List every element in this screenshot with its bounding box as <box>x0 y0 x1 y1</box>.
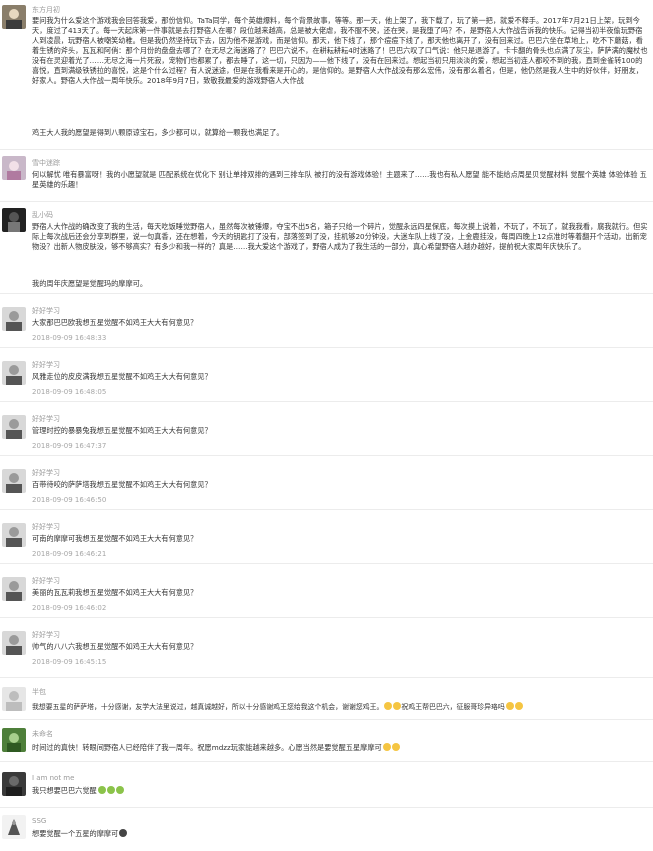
avatar[interactable] <box>2 469 26 493</box>
emoji-icon <box>384 702 393 710</box>
comment-username[interactable]: 好好学习 <box>32 361 60 370</box>
comment-text: 帅气的八八六我想五星觉醒不如鸡王大大有何意见？ <box>32 642 198 651</box>
avatar[interactable] <box>2 815 26 839</box>
comment-text: 要问我为什么爱这个游戏我会回答我爱，那份信仰。TaTa同学，每个英雄爆料，每个背… <box>32 16 648 85</box>
comment-username[interactable]: 好好学习 <box>32 523 60 532</box>
avatar[interactable] <box>2 5 26 29</box>
comment-text-main: 我只想要巴巴六觉醒 <box>32 786 97 795</box>
comment-text: 野宿人大作战的确改变了我的生活，每天吃饭睡觉野宿人，虽然每次被锤爆，夺宝不出5名… <box>32 222 648 251</box>
comment-username[interactable]: 雪中迷踪 <box>32 159 60 168</box>
frog-emoji-icon <box>106 786 115 794</box>
comment-username[interactable]: 好好学习 <box>32 577 60 586</box>
comment-text: 我想要五星的萨萨塔，十分感谢，友学大法里说过，越真诚越好，所以十分感谢鸡王您给我… <box>32 702 523 712</box>
comment-item: 好好学习 管理时控的暴暴兔我想五星觉醒不如鸡王大大有何意见？ 2018-09-0… <box>0 402 653 456</box>
comment-item: 好好学习 可南的摩摩可我想五星觉醒不如鸡王大大有何意见？ 2018-09-09 … <box>0 510 653 564</box>
avatar[interactable] <box>2 577 26 601</box>
avatar[interactable] <box>2 415 26 439</box>
comment-username[interactable]: I am not me <box>32 774 74 783</box>
comment-timestamp: 2018-09-09 16:46:50 <box>32 496 107 504</box>
comment-item: 雪中迷踪 何以解忧 唯有暴富呀！我的小愿望就是 匹配系统在优化下 别让单排双排的… <box>0 150 653 202</box>
avatar[interactable] <box>2 208 26 232</box>
emoji-icon <box>514 702 523 710</box>
sunglasses-emoji-icon <box>382 743 391 751</box>
comment-text: 时间过的真快！转眼间野宿人已经陪伴了我一周年。祝愿mdzz玩家能越来越多。心愿当… <box>32 743 400 753</box>
comment-text-extra: 我的周年庆愿望是觉醒玛的摩摩可。 <box>32 279 148 288</box>
comment-username[interactable]: 半包 <box>32 688 46 697</box>
comment-text-main: 时间过的真快！转眼间野宿人已经陪伴了我一周年。祝愿mdzz玩家能越来越多。心愿当… <box>32 743 382 752</box>
comment-text: 风雅走位的皮皮满我想五星觉醒不如鸡王大大有何意见？ <box>32 372 212 381</box>
avatar[interactable] <box>2 307 26 331</box>
comment-text-main: 想要觉醒一个五星的摩摩可 <box>32 829 119 838</box>
comment-item: SSG 想要觉醒一个五星的摩摩可 <box>0 808 653 851</box>
comment-timestamp: 2018-09-09 16:45:15 <box>32 658 107 666</box>
comment-text: 我只想要巴巴六觉醒 <box>32 786 124 796</box>
avatar[interactable] <box>2 523 26 547</box>
comment-username[interactable]: 好好学习 <box>32 415 60 424</box>
comment-item: 好好学习 美丽的瓦瓦莉我想五星觉醒不如鸡王大大有何意见？ 2018-09-09 … <box>0 564 653 618</box>
comment-item: 半包 我想要五星的萨萨塔，十分感谢，友学大法里说过，越真诚越好，所以十分感谢鸡王… <box>0 678 653 720</box>
comment-username[interactable]: 好好学习 <box>32 631 60 640</box>
comment-text-extra: 祝鸡王帮巴巴六，征服哥珍异珞吗 <box>401 703 505 711</box>
comment-username[interactable]: SSG <box>32 817 46 826</box>
comment-item: 好好学习 大家那巴巴欧我想五星觉醒不如鸡王大大有何意见？ 2018-09-09 … <box>0 294 653 348</box>
comment-text: 管理时控的暴暴兔我想五星觉醒不如鸡王大大有何意见？ <box>32 426 212 435</box>
emoji-icon <box>505 702 514 710</box>
comment-timestamp: 2018-09-09 16:47:37 <box>32 442 107 450</box>
avatar[interactable] <box>2 361 26 385</box>
comment-item: 好好学习 风雅走位的皮皮满我想五星觉醒不如鸡王大大有何意见？ 2018-09-0… <box>0 348 653 402</box>
comment-username[interactable]: 东方月初 <box>32 6 60 15</box>
avatar[interactable] <box>2 156 26 180</box>
comment-timestamp: 2018-09-09 16:46:21 <box>32 550 107 558</box>
comment-item: 未命名 时间过的真快！转眼间野宿人已经陪伴了我一周年。祝愿mdzz玩家能越来越多… <box>0 720 653 762</box>
comment-text: 可南的摩摩可我想五星觉醒不如鸡王大大有何意见？ <box>32 534 198 543</box>
smile-emoji-icon <box>119 829 128 837</box>
comment-text: 美丽的瓦瓦莉我想五星觉醒不如鸡王大大有何意见？ <box>32 588 198 597</box>
comment-item: 乱小码 野宿人大作战的确改变了我的生活，每天吃饭睡觉野宿人，虽然每次被锤爆，夺宝… <box>0 202 653 294</box>
avatar[interactable] <box>2 687 26 711</box>
avatar[interactable] <box>2 728 26 752</box>
comment-timestamp: 2018-09-09 16:46:02 <box>32 604 107 612</box>
frog-emoji-icon <box>97 786 106 794</box>
avatar[interactable] <box>2 631 26 655</box>
comment-username[interactable]: 好好学习 <box>32 307 60 316</box>
comment-text-main: 我想要五星的萨萨塔，十分感谢，友学大法里说过，越真诚越好，所以十分感谢鸡王您给我… <box>32 703 384 711</box>
comment-timestamp: 2018-09-09 16:48:05 <box>32 388 107 396</box>
comment-item: 好好学习 百带待咬的萨萨塔我想五星觉醒不如鸡王大大有何意见？ 2018-09-0… <box>0 456 653 510</box>
comment-text-extra: 鸡王大人我的愿望是得到八颗原谅宝石，多少都可以，就算给一颗我也满足了。 <box>32 128 284 137</box>
sunglasses-emoji-icon <box>391 743 400 751</box>
comment-username[interactable]: 好好学习 <box>32 469 60 478</box>
comment-text: 百带待咬的萨萨塔我想五星觉醒不如鸡王大大有何意见？ <box>32 480 212 489</box>
comment-list: 东方月初 要问我为什么爱这个游戏我会回答我爱，那份信仰。TaTa同学，每个英雄爆… <box>0 0 653 851</box>
comment-timestamp: 2018-09-09 16:48:33 <box>32 334 107 342</box>
comment-text: 大家那巴巴欧我想五星觉醒不如鸡王大大有何意见？ <box>32 318 198 327</box>
comment-item: 东方月初 要问我为什么爱这个游戏我会回答我爱，那份信仰。TaTa同学，每个英雄爆… <box>0 0 653 150</box>
comment-text: 何以解忧 唯有暴富呀！我的小愿望就是 匹配系统在优化下 别让单排双排的遇到三排车… <box>32 170 647 189</box>
comment-item: I am not me 我只想要巴巴六觉醒 <box>0 762 653 808</box>
avatar[interactable] <box>2 772 26 796</box>
comment-item: 好好学习 帅气的八八六我想五星觉醒不如鸡王大大有何意见？ 2018-09-09 … <box>0 618 653 678</box>
comment-username[interactable]: 乱小码 <box>32 211 53 220</box>
comment-username[interactable]: 未命名 <box>32 730 53 739</box>
comment-text: 想要觉醒一个五星的摩摩可 <box>32 829 128 839</box>
frog-emoji-icon <box>115 786 124 794</box>
